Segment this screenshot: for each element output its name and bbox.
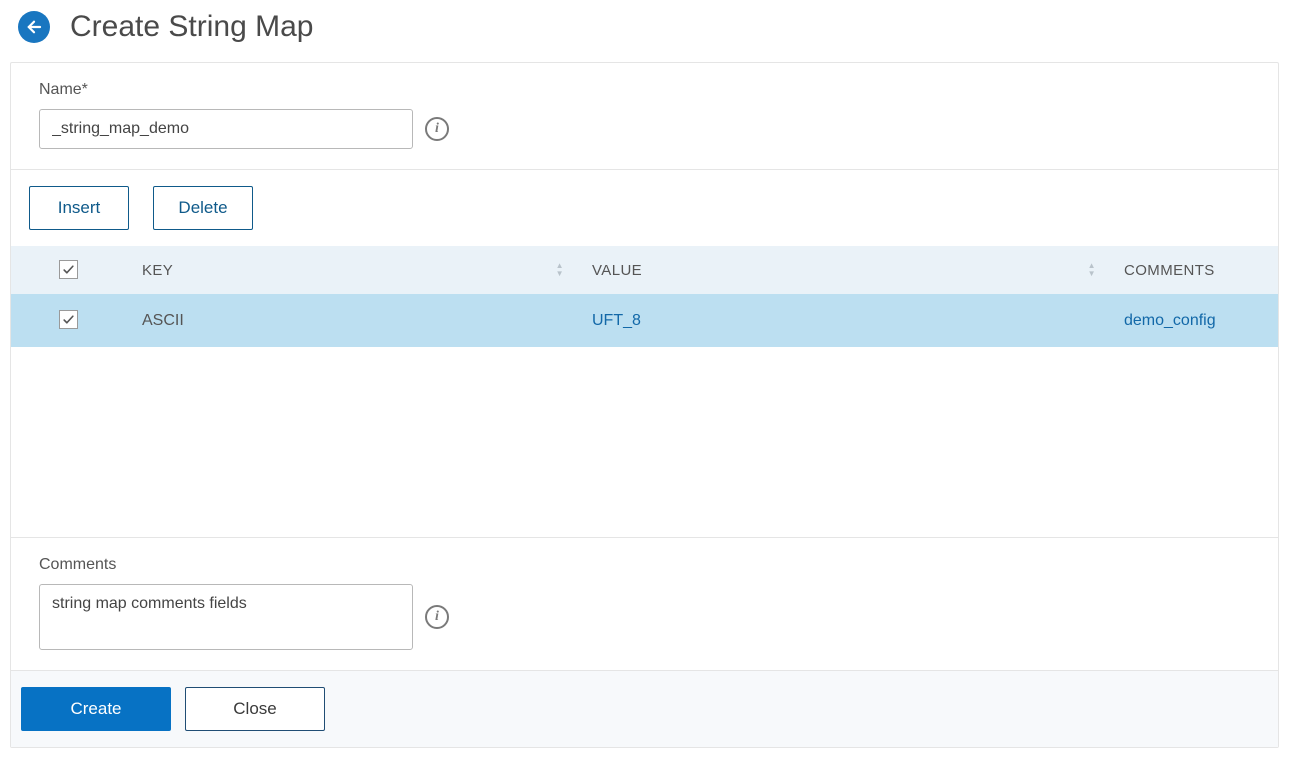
cell-value[interactable]: UFT_8 (576, 294, 1108, 347)
close-button[interactable]: Close (185, 687, 325, 731)
name-label: Name* (39, 81, 1250, 99)
comments-input[interactable]: string map comments fields (39, 584, 413, 650)
column-header-comments-label: COMMENTS (1124, 262, 1215, 279)
cell-comments-text: demo_config (1124, 312, 1216, 329)
info-icon[interactable]: i (425, 117, 449, 141)
column-header-value[interactable]: VALUE ▲▼ (576, 246, 1108, 294)
footer-actions: Create Close (11, 670, 1278, 747)
cell-key[interactable]: ASCII (126, 294, 576, 347)
string-map-table: KEY ▲▼ VALUE ▲▼ COMMENTS (11, 246, 1278, 347)
select-all-checkbox[interactable] (59, 260, 78, 279)
sort-icon: ▲▼ (1088, 262, 1096, 278)
insert-button[interactable]: Insert (29, 186, 129, 230)
delete-button[interactable]: Delete (153, 186, 253, 230)
column-header-comments[interactable]: COMMENTS (1108, 246, 1278, 294)
column-header-key[interactable]: KEY ▲▼ (126, 246, 576, 294)
create-button[interactable]: Create (21, 687, 171, 731)
info-icon[interactable]: i (425, 605, 449, 629)
back-button[interactable] (18, 11, 50, 43)
page-title: Create String Map (70, 10, 313, 44)
cell-comments[interactable]: demo_config (1108, 294, 1278, 347)
column-header-checkbox (11, 246, 126, 294)
table-toolbar: Insert Delete (11, 169, 1278, 246)
main-panel: Name* i Insert Delete KEY ▲▼ (10, 62, 1279, 748)
column-header-key-label: KEY (142, 262, 173, 279)
row-checkbox-cell (11, 294, 126, 347)
sort-icon: ▲▼ (556, 262, 564, 278)
comments-label: Comments (39, 556, 1250, 574)
cell-value-text: UFT_8 (592, 312, 641, 329)
table-empty-area (11, 347, 1278, 537)
name-input[interactable] (39, 109, 413, 149)
row-checkbox[interactable] (59, 310, 78, 329)
table-row[interactable]: ASCII UFT_8 demo_config (11, 294, 1278, 347)
column-header-value-label: VALUE (592, 262, 642, 279)
arrow-left-icon (25, 18, 43, 36)
